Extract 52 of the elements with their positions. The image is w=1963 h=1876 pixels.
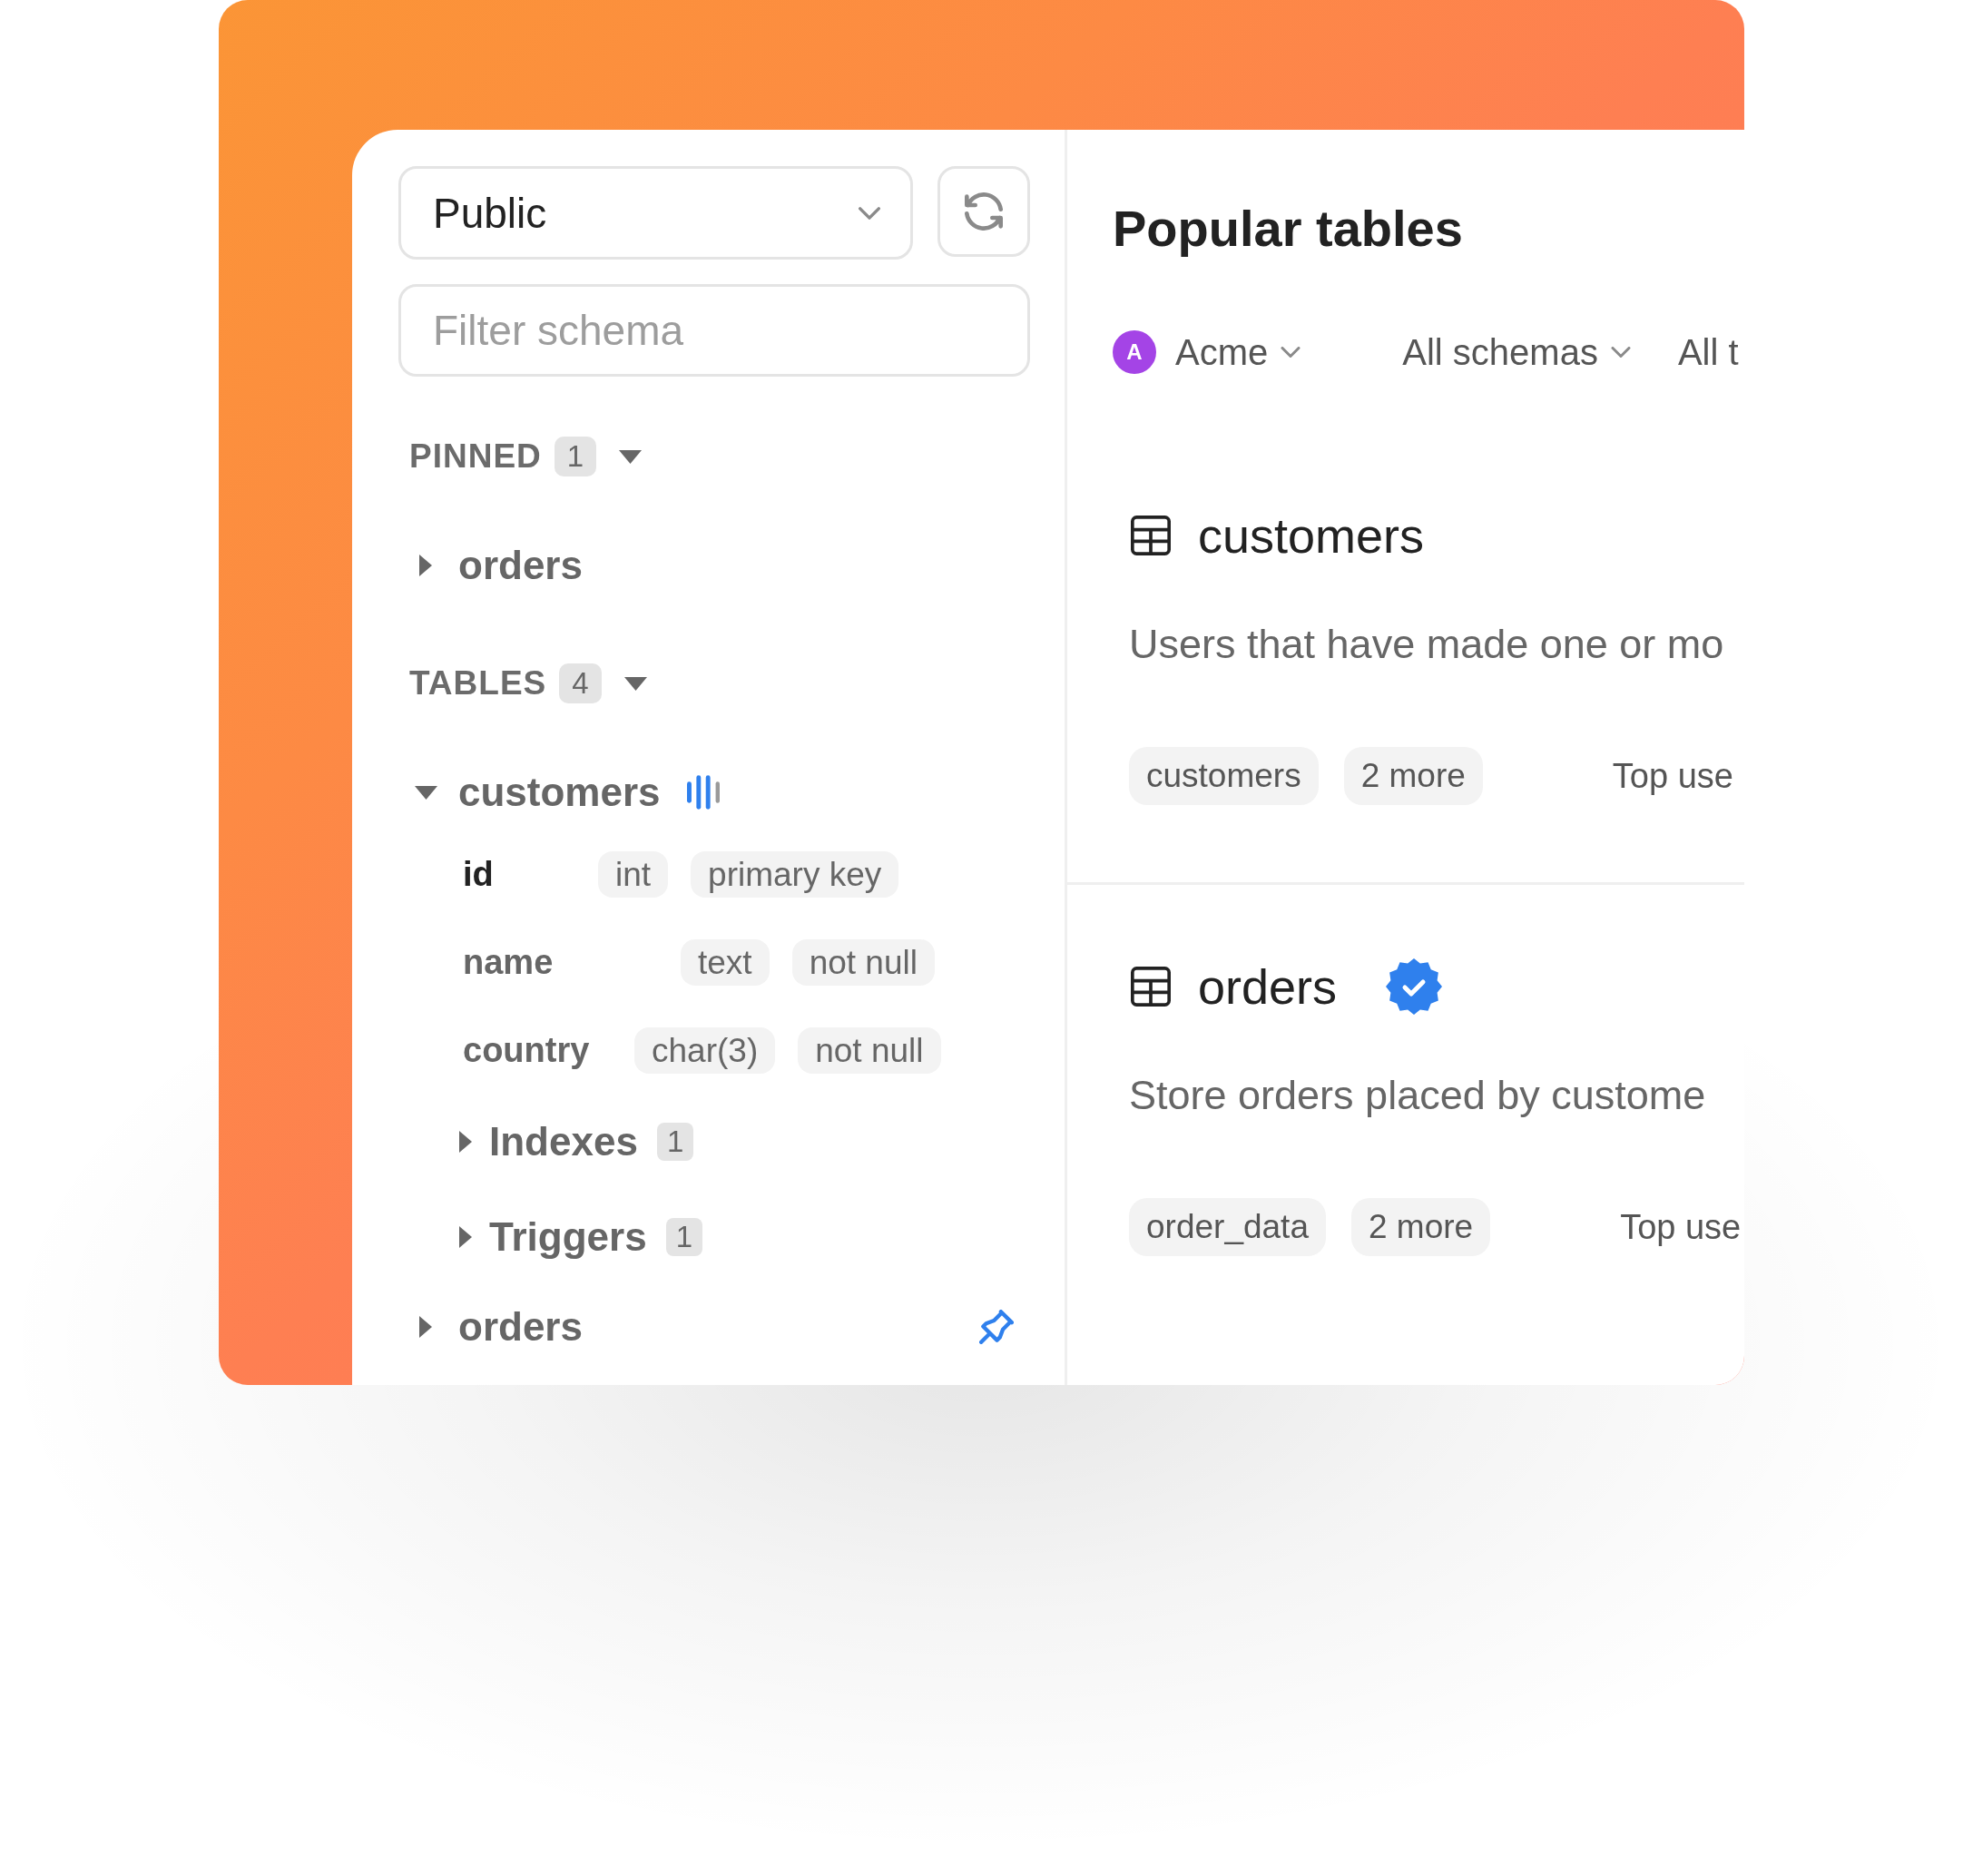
column-name[interactable]: name xyxy=(463,942,554,982)
table-title[interactable]: orders xyxy=(1198,958,1338,1015)
caret-icon[interactable] xyxy=(459,1226,472,1248)
caret-icon[interactable] xyxy=(623,676,647,691)
constraint-tag: not null xyxy=(798,1026,941,1074)
more-tags-button[interactable]: 2 more xyxy=(1350,1198,1491,1256)
table-description: Store orders placed by custome xyxy=(1129,1071,1706,1120)
chevron-down-icon xyxy=(1281,347,1301,358)
table-icon xyxy=(1131,516,1171,555)
tree-item[interactable]: orders xyxy=(409,538,583,593)
top-users-label: Top use xyxy=(1612,756,1733,796)
filter-dropdown[interactable]: All schemas xyxy=(1402,331,1631,373)
tree-item[interactable]: Indexes xyxy=(449,1115,638,1169)
chevron-down-icon xyxy=(859,206,880,220)
caret-icon[interactable] xyxy=(419,1316,432,1338)
table-tag: customers xyxy=(1129,747,1319,805)
schema-dropdown[interactable]: Public xyxy=(398,166,913,260)
table-title[interactable]: customers xyxy=(1198,507,1425,564)
pin-icon[interactable] xyxy=(979,1310,1014,1344)
count-badge: 4 xyxy=(559,663,602,703)
count-badge: 1 xyxy=(665,1218,702,1256)
caret-icon[interactable] xyxy=(459,1131,472,1153)
type-tag: char(3) xyxy=(634,1026,776,1074)
caret-icon[interactable] xyxy=(414,785,437,800)
top-users-label: Top use xyxy=(1620,1207,1742,1247)
type-tag: text xyxy=(681,938,770,986)
more-tags-button[interactable]: 2 more xyxy=(1343,747,1483,805)
tree-item[interactable]: Triggers xyxy=(449,1210,647,1264)
caret-icon[interactable] xyxy=(419,555,432,576)
avatar: A xyxy=(1113,330,1156,374)
tree-item[interactable]: customers xyxy=(409,765,661,820)
filter-dropdown[interactable]: Acme xyxy=(1175,331,1301,373)
refresh-icon xyxy=(965,192,1003,231)
section-label: TABLES xyxy=(409,663,547,703)
table-tag: order_data xyxy=(1129,1198,1326,1256)
refresh-button[interactable] xyxy=(937,166,1030,257)
type-tag: int xyxy=(598,850,669,898)
chevron-down-icon xyxy=(1610,347,1631,358)
tree-item[interactable]: orders xyxy=(409,1300,583,1354)
count-badge: 1 xyxy=(656,1123,694,1161)
caret-icon[interactable] xyxy=(619,449,643,464)
count-badge: 1 xyxy=(554,437,597,476)
constraint-tag: not null xyxy=(791,938,935,986)
constraint-tag: primary key xyxy=(691,850,899,898)
filter-dropdown[interactable]: All t xyxy=(1677,331,1739,373)
table-description: Users that have made one or mo xyxy=(1129,620,1724,669)
filter-field[interactable]: Filter schema xyxy=(398,284,1030,377)
panel-title: Popular tables xyxy=(1113,199,1463,259)
column-name[interactable]: country xyxy=(463,1030,590,1070)
column-name[interactable]: id xyxy=(463,854,494,894)
table-icon xyxy=(1131,967,1171,1007)
section-label: PINNED xyxy=(409,437,542,476)
